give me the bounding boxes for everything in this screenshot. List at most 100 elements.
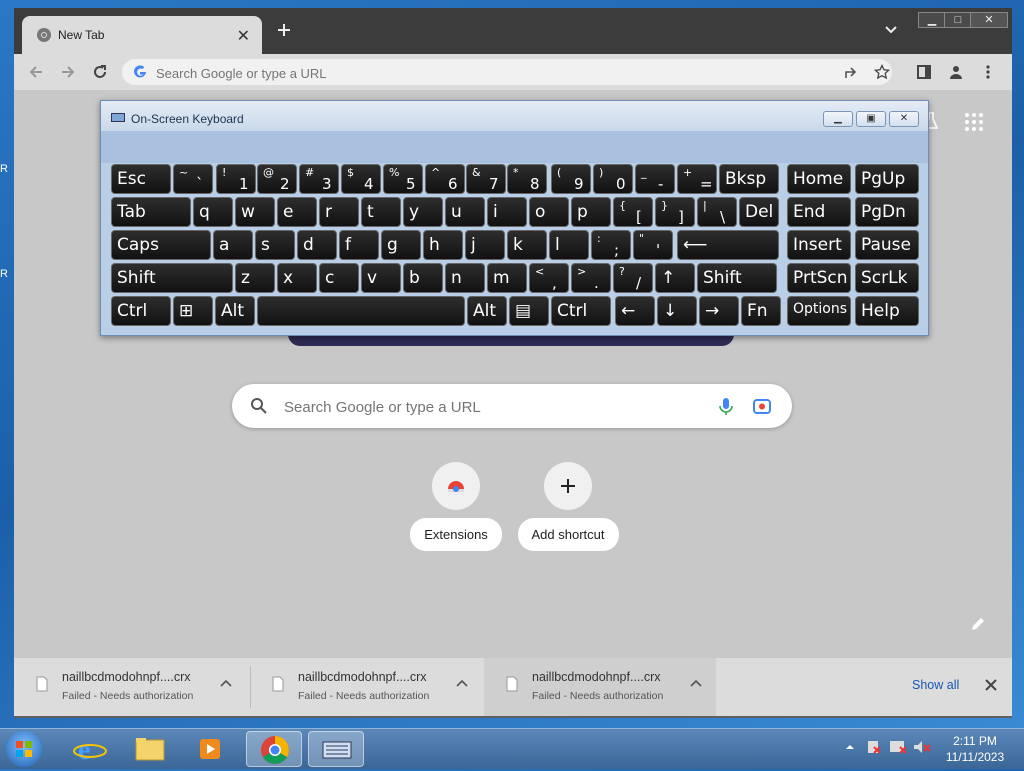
key-h[interactable]: h xyxy=(423,230,463,260)
star-icon[interactable] xyxy=(874,64,890,80)
key-ctrl[interactable]: Ctrl xyxy=(111,296,171,326)
minimize-button[interactable]: ▁ xyxy=(918,12,946,28)
menu-icon[interactable] xyxy=(980,64,996,80)
download-item[interactable]: naillbcdmodohnpf....crx Failed - Needs a… xyxy=(250,658,482,716)
start-button[interactable] xyxy=(6,731,42,767)
key-shift[interactable]: Shift xyxy=(111,263,233,293)
key-shift[interactable]: Shift xyxy=(697,263,777,293)
microphone-icon[interactable] xyxy=(716,396,736,416)
side-panel-icon[interactable] xyxy=(916,64,932,80)
key-t[interactable]: t xyxy=(361,197,401,227)
osk-title-bar[interactable]: On-Screen Keyboard ▁ ▣ ✕ xyxy=(101,101,928,131)
key-3[interactable]: #3 xyxy=(299,164,339,194)
key-f[interactable]: f xyxy=(339,230,379,260)
key-8[interactable]: * 8 xyxy=(507,164,547,194)
key-[interactable]: ? / xyxy=(613,263,653,293)
key-o[interactable]: o xyxy=(529,197,569,227)
close-window-button[interactable]: ✕ xyxy=(970,12,1008,28)
chevron-down-icon[interactable] xyxy=(885,26,897,34)
key-b[interactable]: b xyxy=(403,263,443,293)
key-[interactable]: ← xyxy=(615,296,655,326)
key-pause[interactable]: Pause xyxy=(855,230,919,260)
key-[interactable]: ▤ xyxy=(509,296,549,326)
chevron-up-icon[interactable] xyxy=(456,678,468,690)
key-ctrl[interactable]: Ctrl xyxy=(551,296,611,326)
key-[interactable]: + = xyxy=(677,164,717,194)
profile-icon[interactable] xyxy=(948,64,964,80)
key-m[interactable]: m xyxy=(487,263,527,293)
key-alt[interactable]: Alt xyxy=(467,296,507,326)
key-[interactable]: | \ xyxy=(697,197,737,227)
google-lens-icon[interactable] xyxy=(752,396,772,416)
key-prtscn[interactable]: PrtScn xyxy=(787,263,851,293)
back-icon[interactable] xyxy=(28,64,44,80)
key-pgup[interactable]: PgUp xyxy=(855,164,919,194)
key-6[interactable]: ^ 6 xyxy=(425,164,465,194)
key-alt[interactable]: Alt xyxy=(215,296,255,326)
key-[interactable]: :; xyxy=(591,230,631,260)
key-w[interactable]: w xyxy=(235,197,275,227)
key-fn[interactable]: Fn xyxy=(741,296,781,326)
taskbar-internet-explorer[interactable]: e xyxy=(62,731,118,767)
key-g[interactable]: g xyxy=(381,230,421,260)
show-all-link[interactable]: Show all xyxy=(912,678,959,692)
tab-new-tab[interactable]: New Tab ✕ xyxy=(22,16,262,54)
key-y[interactable]: y xyxy=(403,197,443,227)
key-k[interactable]: k xyxy=(507,230,547,260)
key-p[interactable]: p xyxy=(571,197,611,227)
key-c[interactable]: c xyxy=(319,263,359,293)
download-item[interactable]: naillbcdmodohnpf....crx Failed - Needs a… xyxy=(484,658,716,716)
key-[interactable]: " ' xyxy=(633,230,673,260)
apps-grid-icon[interactable] xyxy=(964,112,984,132)
key-i[interactable]: i xyxy=(487,197,527,227)
close-tab-icon[interactable]: ✕ xyxy=(237,26,250,46)
key-q[interactable]: q xyxy=(193,197,233,227)
taskbar-chrome[interactable] xyxy=(246,731,302,767)
omnibox-input[interactable] xyxy=(154,62,798,84)
key-bksp[interactable]: Bksp xyxy=(719,164,779,194)
key-[interactable]: ↑ xyxy=(655,263,695,293)
key-insert[interactable]: Insert xyxy=(787,230,851,260)
key-j[interactable]: j xyxy=(465,230,505,260)
osk-close-button[interactable]: ✕ xyxy=(889,111,919,127)
key-l[interactable]: l xyxy=(549,230,589,260)
new-tab-icon[interactable] xyxy=(276,22,292,38)
omnibox[interactable] xyxy=(122,59,892,85)
key-v[interactable]: v xyxy=(361,263,401,293)
key-esc[interactable]: Esc xyxy=(111,164,171,194)
key-[interactable]: _ - xyxy=(635,164,675,194)
key-7[interactable]: & 7 xyxy=(466,164,506,194)
key-4[interactable]: $4 xyxy=(341,164,381,194)
taskbar-on-screen-keyboard[interactable] xyxy=(308,731,364,767)
share-icon[interactable] xyxy=(844,64,860,80)
key-[interactable]: ⊞ xyxy=(173,296,213,326)
key-[interactable]: ⟵ xyxy=(677,230,779,260)
shortcut-extensions[interactable]: Extensions xyxy=(404,462,508,551)
download-item[interactable]: naillbcdmodohnpf....crx Failed - Needs a… xyxy=(14,658,246,716)
key-[interactable]: → xyxy=(699,296,739,326)
key-9[interactable]: (9 xyxy=(551,164,591,194)
key-x[interactable]: x xyxy=(277,263,317,293)
key-s[interactable]: s xyxy=(255,230,295,260)
key-n[interactable]: n xyxy=(445,263,485,293)
forward-icon[interactable] xyxy=(60,64,76,80)
reload-icon[interactable] xyxy=(92,64,108,80)
key-home[interactable]: Home xyxy=(787,164,851,194)
key-r[interactable]: r xyxy=(319,197,359,227)
osk-maximize-button[interactable]: ▣ xyxy=(856,111,886,127)
osk-minimize-button[interactable]: ▁ xyxy=(823,111,853,127)
ntp-search-input[interactable] xyxy=(282,396,686,418)
key-tab[interactable]: Tab xyxy=(111,197,191,227)
chevron-up-icon[interactable] xyxy=(220,678,232,690)
key-z[interactable]: z xyxy=(235,263,275,293)
key-del[interactable]: Del xyxy=(739,197,779,227)
key-a[interactable]: a xyxy=(213,230,253,260)
key-[interactable]: ↓ xyxy=(657,296,697,326)
key-2[interactable]: @2 xyxy=(257,164,297,194)
key-caps[interactable]: Caps xyxy=(111,230,211,260)
key-pgdn[interactable]: PgDn xyxy=(855,197,919,227)
key-[interactable]: ~ ` xyxy=(173,164,213,194)
key-d[interactable]: d xyxy=(297,230,337,260)
taskbar-media-player[interactable] xyxy=(182,731,238,767)
key-[interactable]: <, xyxy=(529,263,569,293)
